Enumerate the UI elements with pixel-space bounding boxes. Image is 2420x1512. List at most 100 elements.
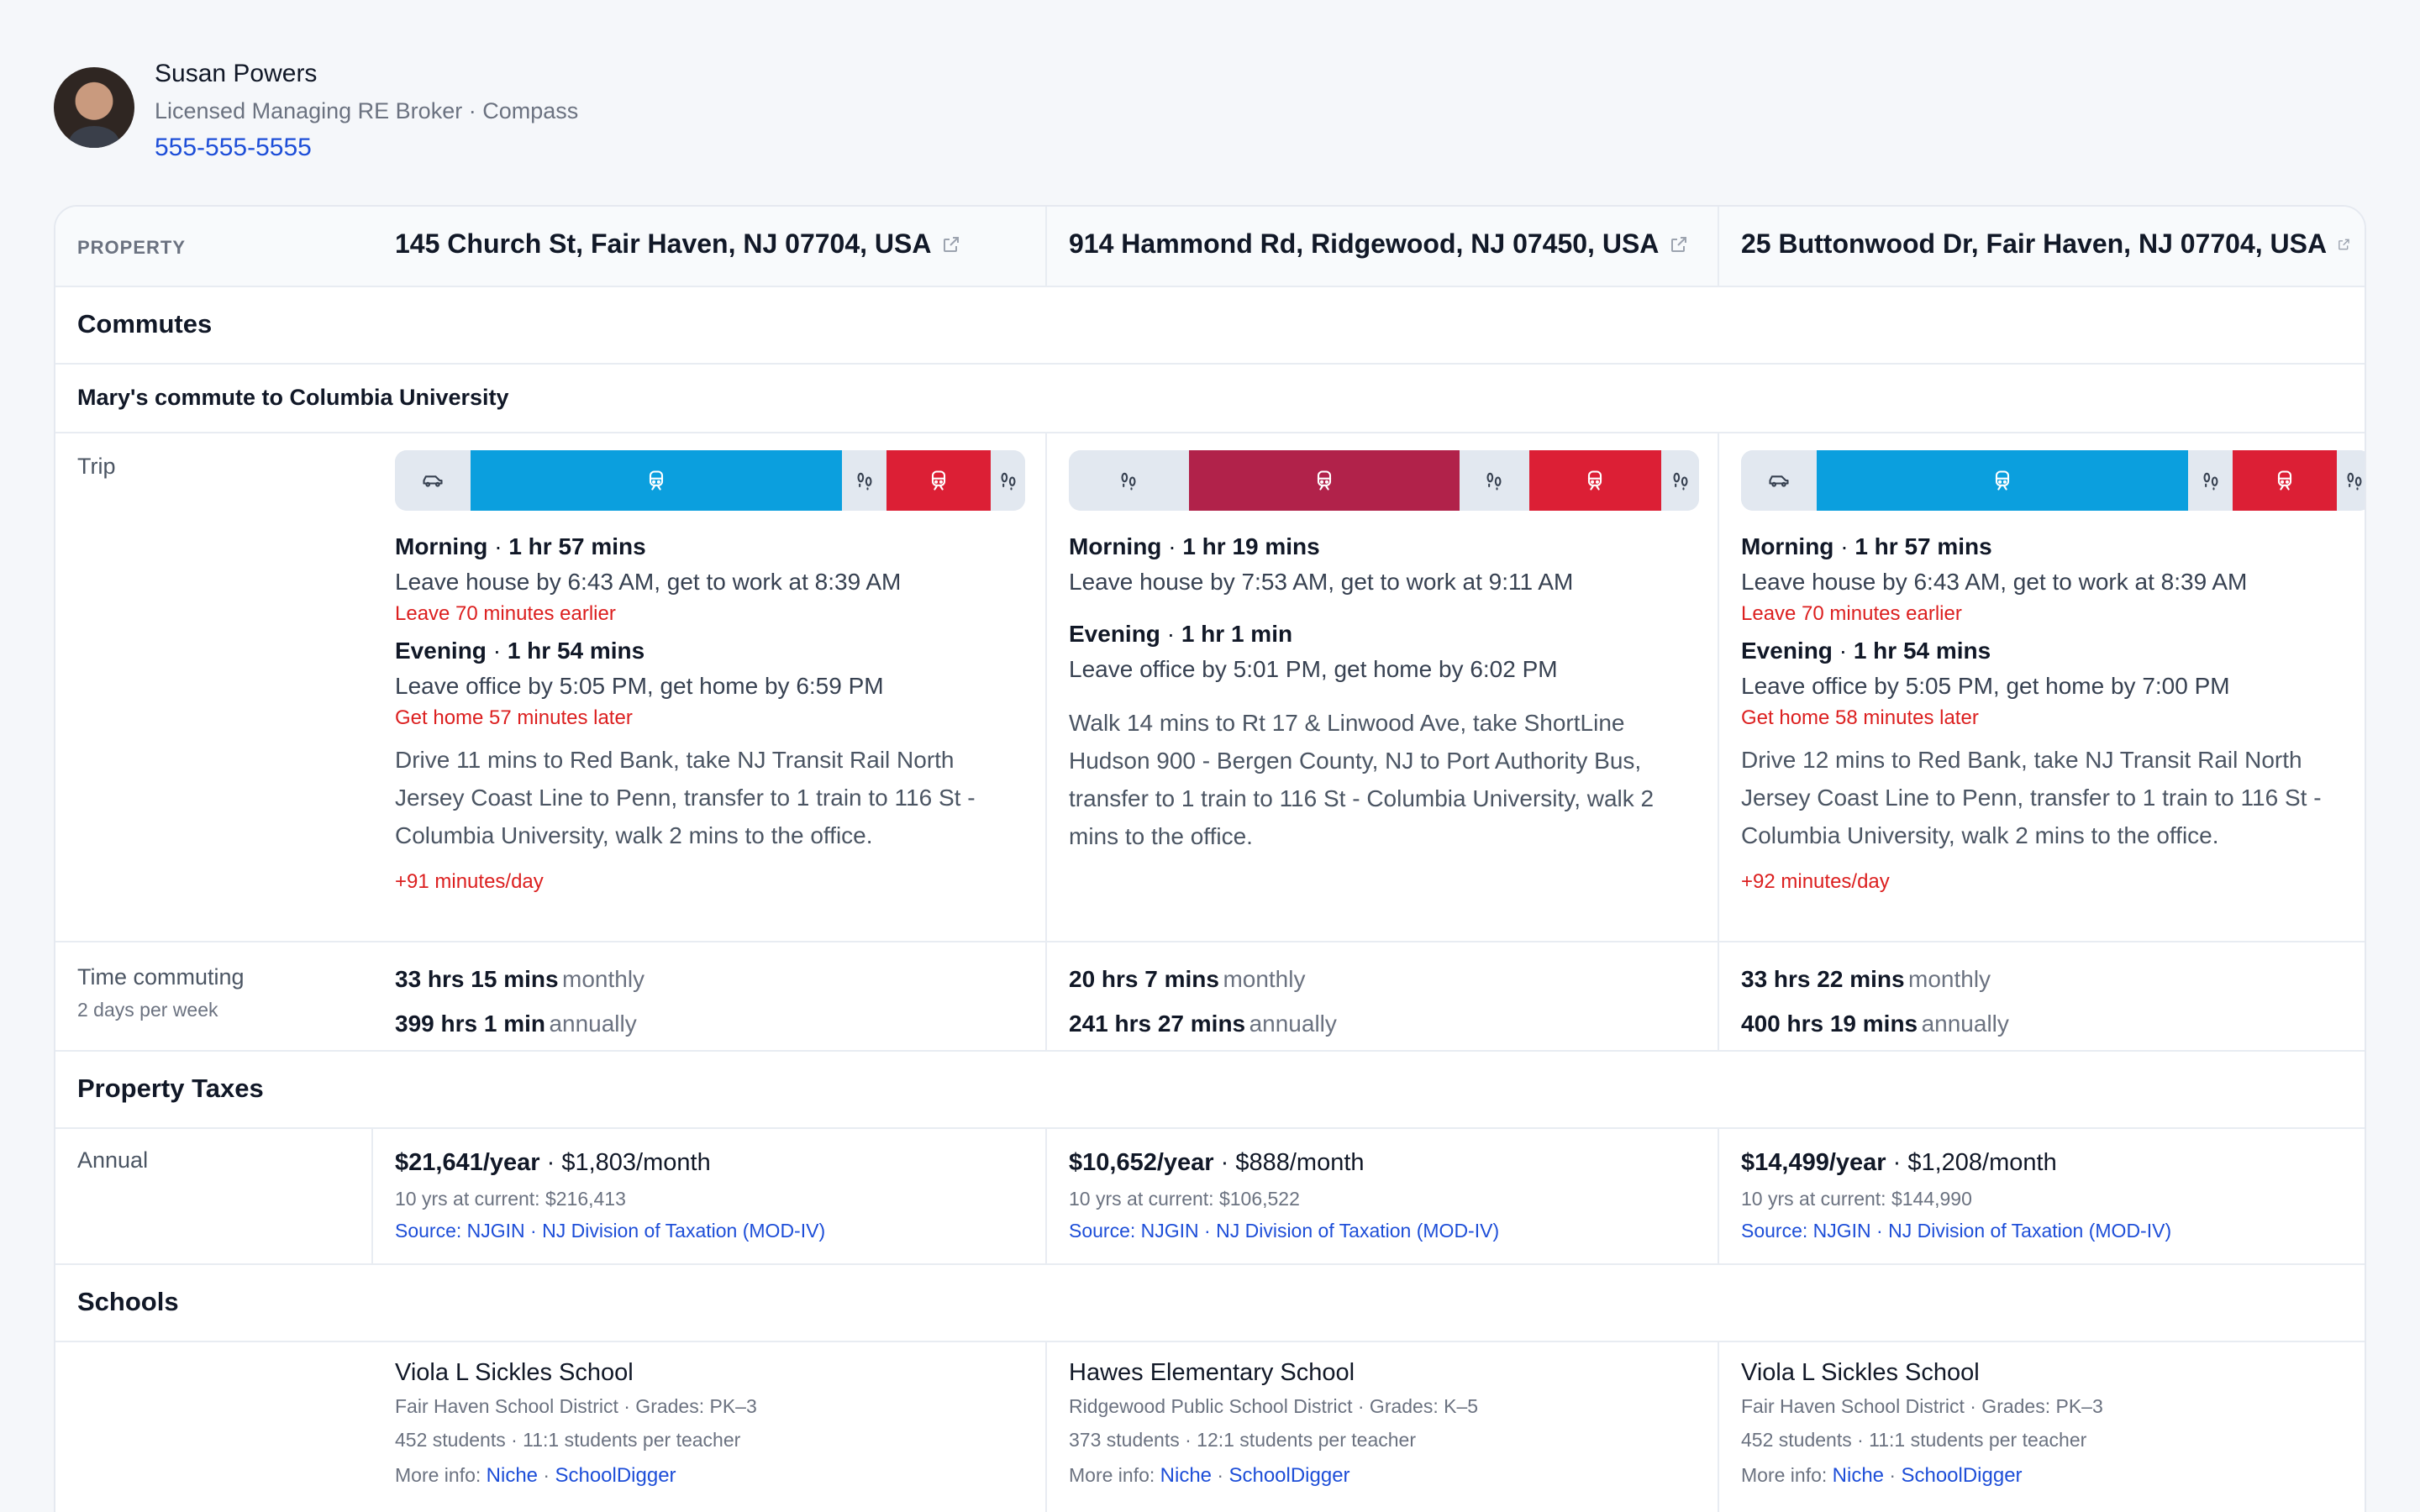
trip-details: Morning · 1 hr 19 mins Leave house by 7:… — [1069, 529, 1701, 855]
commute-title: Mary's commute to Columbia University — [77, 385, 509, 410]
source-njgin-link[interactable]: Source: NJGIN — [1069, 1220, 1199, 1242]
external-link-icon — [1671, 236, 1687, 252]
route-description: Drive 12 mins to Red Bank, take NJ Trans… — [1741, 747, 2322, 848]
property-column-1: 145 Church St, Fair Haven, NJ 07704, USA — [373, 207, 1045, 286]
school-students: 452 students · 11:1 students per teacher — [395, 1429, 741, 1451]
evening-label: Evening — [1741, 638, 1833, 664]
evening-label: Evening — [395, 638, 487, 664]
morning-alert: Leave 70 minutes earlier — [395, 602, 616, 625]
car-icon — [421, 469, 445, 492]
tax-10yr: 10 yrs at current: $106,522 — [1069, 1188, 1300, 1210]
walk-icon — [2199, 469, 2223, 492]
niche-link[interactable]: Niche — [487, 1464, 538, 1487]
separator: · — [543, 1464, 550, 1486]
separator: · — [1889, 1464, 1897, 1486]
separator: · — [530, 1220, 537, 1242]
bus-icon — [1313, 469, 1336, 492]
property-address-link[interactable]: 25 Buttonwood Dr, Fair Haven, NJ 07704, … — [1741, 228, 2351, 260]
route-description: Walk 14 mins to Rt 17 & Linwood Ave, tak… — [1069, 710, 1655, 849]
trip-details: Morning · 1 hr 57 mins Leave house by 6:… — [1741, 529, 2351, 896]
walk-icon — [1117, 469, 1140, 492]
property-column-3: 25 Buttonwood Dr, Fair Haven, NJ 07704, … — [1718, 207, 2365, 286]
niche-link[interactable]: Niche — [1160, 1464, 1212, 1487]
property-address-link[interactable]: 145 Church St, Fair Haven, NJ 07704, USA — [395, 228, 1028, 260]
monthly-time: 33 hrs 22 mins — [1741, 966, 1905, 992]
tax-per-month: $1,803/month — [561, 1149, 711, 1176]
tax-10yr: 10 yrs at current: $144,990 — [1741, 1188, 1972, 1210]
tax-per-year: $10,652/year — [1069, 1149, 1214, 1176]
morning-label: Morning — [395, 533, 488, 559]
more-info-label: More info: — [1741, 1464, 1828, 1486]
time-commuting-column-2: 20 hrs 7 mins monthly 241 hrs 27 mins an… — [1045, 942, 1718, 1050]
trip-segment-gray — [991, 450, 1025, 511]
source-tax-link[interactable]: NJ Division of Taxation (MOD-IV) — [1888, 1220, 2171, 1242]
evening-detail: Leave office by 5:05 PM, get home by 7:0… — [1741, 673, 2230, 699]
niche-link[interactable]: Niche — [1833, 1464, 1884, 1487]
school-district: Ridgewood Public School District · Grade… — [1069, 1395, 1479, 1417]
trip-column-3: Morning · 1 hr 57 mins Leave house by 6:… — [1718, 433, 2365, 941]
school-name: Viola L Sickles School — [395, 1359, 634, 1386]
morning-detail: Leave house by 6:43 AM, get to work at 8… — [395, 569, 902, 595]
source-njgin-link[interactable]: Source: NJGIN — [395, 1220, 525, 1242]
property-address-link[interactable]: 914 Hammond Rd, Ridgewood, NJ 07450, USA — [1069, 228, 1701, 260]
time-commuting-label: Time commuting — [77, 964, 245, 990]
per-day-delta: +92 minutes/day — [1741, 870, 1890, 893]
evening-duration: 1 hr 1 min — [1181, 621, 1293, 647]
morning-duration: 1 hr 57 mins — [1854, 533, 1992, 559]
source-njgin-link[interactable]: Source: NJGIN — [1741, 1220, 1871, 1242]
monthly-label: monthly — [562, 966, 645, 992]
annual-taxes-row: Annual $21,641/year · $1,803/month 10 yr… — [55, 1129, 2365, 1265]
source-tax-link[interactable]: NJ Division of Taxation (MOD-IV) — [1216, 1220, 1499, 1242]
agent-card: Susan Powers Licensed Managing RE Broker… — [54, 54, 578, 180]
school-name: Hawes Elementary School — [1069, 1359, 1355, 1386]
school-district: Fair Haven School District · Grades: PK–… — [395, 1395, 757, 1417]
monthly-time: 20 hrs 7 mins — [1069, 966, 1219, 992]
time-commuting-row: Time commuting 2 days per week 33 hrs 15… — [55, 942, 2365, 1052]
tax-per-year: $21,641/year — [395, 1149, 540, 1176]
trip-segment-gray — [1069, 450, 1189, 511]
trip-segment-gray — [1741, 450, 1817, 511]
tax-column-3: $14,499/year · $1,208/month 10 yrs at cu… — [1718, 1129, 2365, 1263]
annual-time: 400 hrs 19 mins — [1741, 1011, 1918, 1037]
walk-icon — [2343, 469, 2365, 492]
schools-row: Viola L Sickles School Fair Haven School… — [55, 1342, 2365, 1512]
evening-duration: 1 hr 54 mins — [507, 638, 645, 664]
trip-bar — [1069, 450, 1699, 511]
property-address: 145 Church St, Fair Haven, NJ 07704, USA — [395, 228, 932, 259]
source-tax-link[interactable]: NJ Division of Taxation (MOD-IV) — [542, 1220, 825, 1242]
property-taxes-section-header: Property Taxes — [55, 1052, 2365, 1129]
schooldigger-link[interactable]: SchoolDigger — [1901, 1464, 2022, 1487]
annually-label: annually — [549, 1011, 637, 1037]
morning-duration: 1 hr 57 mins — [508, 533, 646, 559]
evening-alert: Get home 57 minutes later — [395, 706, 633, 729]
trip-segment-gray — [1459, 450, 1529, 511]
external-link-icon — [2338, 239, 2349, 249]
property-column-2: 914 Hammond Rd, Ridgewood, NJ 07450, USA — [1045, 207, 1718, 286]
separator: · — [1217, 1464, 1224, 1486]
morning-label: Morning — [1069, 533, 1162, 559]
trip-column-1: Morning · 1 hr 57 mins Leave house by 6:… — [373, 433, 1045, 941]
evening-alert: Get home 58 minutes later — [1741, 706, 1979, 729]
school-name: Viola L Sickles School — [1741, 1359, 1980, 1386]
train-icon — [644, 469, 668, 492]
schooldigger-link[interactable]: SchoolDigger — [555, 1464, 676, 1487]
agent-phone-link[interactable]: 555-555-5555 — [155, 129, 578, 166]
trip-segment-red — [1528, 450, 1662, 511]
evening-detail: Leave office by 5:05 PM, get home by 6:5… — [395, 673, 884, 699]
annual-label: Annual — [77, 1147, 149, 1173]
morning-label: Morning — [1741, 533, 1834, 559]
tax-column-2: $10,652/year · $888/month 10 yrs at curr… — [1045, 1129, 1718, 1263]
time-commuting-column-1: 33 hrs 15 mins monthly 399 hrs 1 min ann… — [373, 942, 1045, 1050]
morning-duration: 1 hr 19 mins — [1182, 533, 1320, 559]
tax-per-month: $1,208/month — [1907, 1149, 2057, 1176]
monthly-time: 33 hrs 15 mins — [395, 966, 559, 992]
car-icon — [1767, 469, 1791, 492]
commutes-section-header: Commutes — [55, 287, 2365, 365]
school-column-2: Hawes Elementary School Ridgewood Public… — [1045, 1342, 1718, 1512]
schooldigger-link[interactable]: SchoolDigger — [1228, 1464, 1349, 1487]
train-icon — [927, 469, 950, 492]
train-icon — [2273, 469, 2296, 492]
property-address: 25 Buttonwood Dr, Fair Haven, NJ 07704, … — [1741, 228, 2328, 259]
trip-bar — [1741, 450, 2365, 511]
morning-detail: Leave house by 7:53 AM, get to work at 9… — [1069, 569, 1574, 595]
